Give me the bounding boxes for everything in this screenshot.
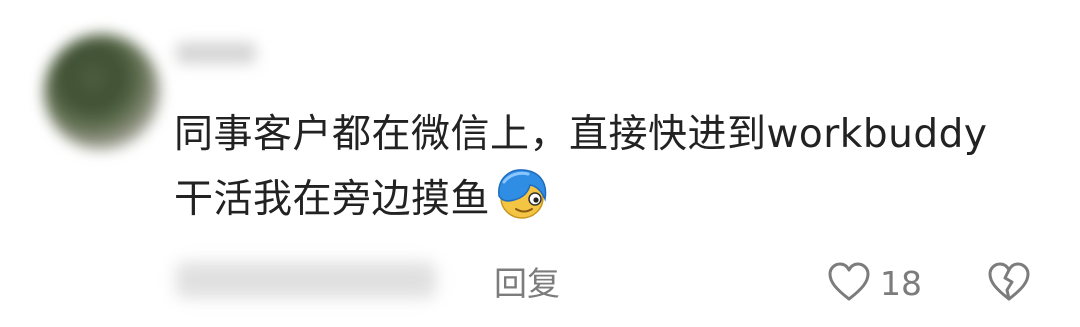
- comment-item: 同事客户都在微信上，直接快进到workbuddy 干活我在旁边摸鱼 回复 18: [0, 0, 1080, 327]
- reply-button[interactable]: 回复: [494, 262, 560, 306]
- broken-heart-icon: [986, 262, 1032, 308]
- heart-icon: [826, 260, 872, 308]
- comment-text: 同事客户都在微信上，直接快进到workbuddy 干活我在旁边摸鱼: [174, 104, 1044, 241]
- avatar[interactable]: [44, 34, 160, 150]
- comment-text-line-1: 同事客户都在微信上，直接快进到workbuddy: [174, 112, 988, 157]
- like-count: 18: [880, 264, 922, 303]
- comment-text-line-2: 干活我在旁边摸鱼: [174, 166, 1044, 241]
- like-button[interactable]: 18: [826, 260, 922, 308]
- blue-hair-peek-emoji-icon: [494, 166, 550, 241]
- username-redacted: [176, 42, 256, 64]
- comment-meta-redacted: [176, 262, 436, 298]
- dislike-button[interactable]: [986, 260, 1032, 308]
- comment-text-line-2-text: 干活我在旁边摸鱼: [174, 177, 491, 222]
